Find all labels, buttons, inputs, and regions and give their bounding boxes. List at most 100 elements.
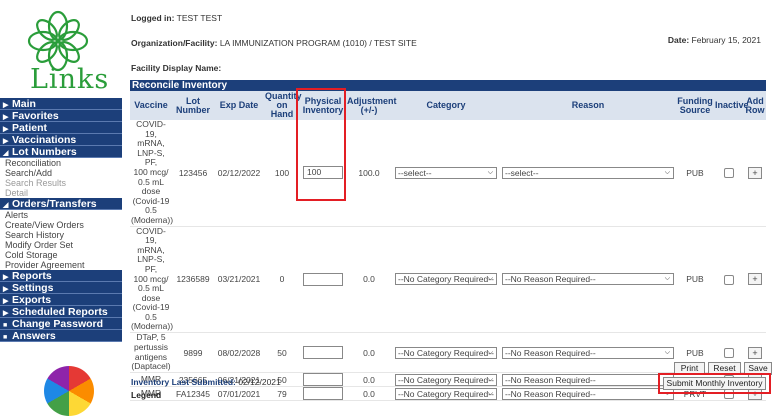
sidebar-item-vaccinations[interactable]: ▶ Vaccinations: [0, 134, 122, 146]
col-header-quantity[interactable]: Quantity on Hand: [264, 91, 302, 120]
reason-select[interactable]: --No Reason Required--⌵: [502, 387, 674, 400]
add-row-button[interactable]: +: [748, 273, 762, 286]
sidebar-item-patient[interactable]: ▶ Patient: [0, 122, 122, 134]
last-submitted-date: 02/12/2021: [238, 377, 281, 387]
chevron-down-icon: ⌵: [487, 389, 493, 397]
sidebar-item-change-password[interactable]: ■ Change Password: [0, 318, 122, 330]
physical-inventory-input[interactable]: [303, 373, 343, 387]
sidebar-item-scheduled-reports[interactable]: ▶ Scheduled Reports: [0, 306, 122, 318]
table-header-row: Vaccine Lot Number Exp Date Quantity on …: [130, 91, 766, 120]
sidebar-item-reports[interactable]: ▶ Reports: [0, 270, 122, 282]
cell-vaccine: COVID-19, mRNA, LNP-S, PF, 100 mcg/0.5 mL do…: [130, 119, 174, 227]
sidebar-item-main[interactable]: ▶ Main: [0, 98, 122, 110]
category-select[interactable]: --No Category Required-- ⌵: [395, 387, 497, 400]
sidebar-sub-reconciliation[interactable]: Reconciliation: [0, 158, 122, 168]
organization-info: Organization/Facility: LA IMMUNIZATION P…: [131, 38, 417, 48]
category-select[interactable]: --No Category Required-- ⌵: [395, 346, 497, 359]
physical-inventory-input[interactable]: [303, 387, 343, 401]
add-row-button[interactable]: +: [748, 166, 762, 179]
col-header-reason[interactable]: Reason: [500, 91, 676, 120]
cell-vaccine: COVID-19, mRNA, LNP-S, PF, 100 mcg/0.5 mL do…: [130, 225, 174, 334]
cell-exp-date: 02/12/2022: [214, 120, 264, 227]
cell-exp-date: 08/02/2028: [214, 332, 264, 374]
col-header-vaccine[interactable]: Vaccine: [130, 91, 172, 120]
category-select[interactable]: --select-- ⌵: [395, 166, 497, 179]
cell-adjustment: 0.0: [346, 226, 392, 334]
sidebar-sub-provider-agreement[interactable]: Provider Agreement: [0, 260, 122, 270]
category-select[interactable]: --No Category Required-- ⌵: [395, 373, 497, 386]
physical-inventory-highlight: [296, 88, 346, 201]
inactive-checkbox[interactable]: [724, 168, 734, 179]
cell-quantity: 100: [264, 120, 300, 227]
sidebar-item-answers[interactable]: ■ Answers: [0, 330, 122, 342]
sidebar-sub-search-history[interactable]: Search History: [0, 230, 122, 240]
sidebar-item-favorites[interactable]: ▶ Favorites: [0, 110, 122, 122]
cell-category: --select-- ⌵: [392, 120, 500, 227]
col-header-exp-date[interactable]: Exp Date: [214, 91, 264, 120]
cell-add-row: +: [744, 226, 766, 334]
add-row-button[interactable]: +: [748, 346, 762, 359]
reason-select[interactable]: --No Reason Required--⌵: [502, 373, 674, 386]
reason-select[interactable]: --No Reason Required--⌵: [502, 273, 674, 286]
col-header-category[interactable]: Category: [392, 91, 500, 120]
chevron-down-icon: ⌵: [487, 348, 493, 356]
cell-adjustment: 0.0: [346, 372, 392, 388]
sidebar-item-settings[interactable]: ▶ Settings: [0, 282, 122, 294]
col-header-add-row[interactable]: Add Row: [744, 91, 766, 120]
category-select[interactable]: --No Category Required-- ⌵: [395, 273, 497, 286]
inactive-checkbox[interactable]: [724, 347, 734, 358]
cell-physical-inventory: [300, 332, 346, 374]
inventory-table: Vaccine Lot Number Exp Date Quantity on …: [130, 91, 766, 402]
cell-add-row: +: [744, 120, 766, 227]
reconcile-inventory-panel: Reconcile Inventory Vaccine Lot Number E…: [130, 80, 766, 402]
sidebar-sub-modify-order-set[interactable]: Modify Order Set: [0, 240, 122, 250]
cell-category: --No Category Required-- ⌵: [392, 372, 500, 388]
sidebar-item-exports[interactable]: ▶ Exports: [0, 294, 122, 306]
chevron-right-icon: ▶: [3, 126, 9, 133]
cell-lot-number: 123456: [172, 120, 214, 227]
legend-label: Legend: [131, 390, 162, 400]
sidebar-sub-detail: Detail: [0, 188, 122, 198]
table-row: DTaP, 5 pertussis antigens (Daptacel) 9899 08…: [130, 332, 766, 374]
physical-inventory-input[interactable]: [303, 272, 343, 286]
cell-lot-number: 1236589: [172, 226, 214, 334]
inactive-checkbox[interactable]: [724, 274, 734, 285]
cell-adjustment: 0.0: [346, 332, 392, 374]
sidebar-sub-cold-storage[interactable]: Cold Storage: [0, 250, 122, 260]
chevron-down-icon: ⌵: [664, 275, 670, 283]
chevron-down-icon: ◢: [3, 150, 9, 157]
chevron-right-icon: ▶: [3, 114, 9, 121]
col-header-inactive[interactable]: Inactive: [714, 91, 749, 120]
cell-vaccine: DTaP, 5 pertussis antigens (Daptacel): [130, 332, 172, 374]
logged-in-info: Logged in: TEST TEST: [131, 13, 223, 23]
reason-select[interactable]: --select-- ⌵: [502, 166, 674, 179]
sidebar-sub-alerts[interactable]: Alerts: [0, 210, 122, 220]
col-header-adjustment[interactable]: Adjustment (+/-): [346, 91, 397, 120]
sidebar-sub-search-results: Search Results: [0, 178, 122, 188]
inventory-last-submitted: Inventory Last Submitted: 02/12/2021: [131, 377, 281, 387]
logo-text: Links: [30, 64, 110, 95]
sidebar-sub-search-add[interactable]: Search/Add: [0, 168, 122, 178]
sidebar-item-orders-transfers[interactable]: ◢ Orders/Transfers: [0, 198, 122, 210]
sidebar-sub-create-view-orders[interactable]: Create/View Orders: [0, 220, 122, 230]
chevron-right-icon: ▶: [3, 102, 9, 109]
cell-quantity: 50: [264, 332, 300, 374]
cell-inactive: [714, 120, 744, 227]
reason-select[interactable]: --No Reason Required--⌵: [502, 346, 674, 359]
chevron-down-icon: ⌵: [487, 168, 493, 176]
col-header-lot-number[interactable]: Lot Number: [172, 91, 214, 120]
physical-inventory-input[interactable]: [303, 346, 343, 360]
cell-quantity: 0: [264, 226, 300, 334]
chevron-right-icon: ▶: [3, 138, 9, 145]
program-logo-icon: [44, 366, 94, 416]
panel-title: Reconcile Inventory: [130, 80, 766, 91]
sidebar-nav: ▶ Main ▶ Favorites ▶ Patient ▶ Vaccinations …: [0, 98, 122, 342]
cell-exp-date: 07/01/2021: [214, 386, 264, 402]
logged-in-user: TEST TEST: [176, 13, 223, 23]
links-logo: Links: [0, 0, 122, 98]
cell-inactive: [714, 226, 744, 334]
sidebar-item-lot-numbers[interactable]: ◢ Lot Numbers: [0, 146, 122, 158]
col-header-funding-source[interactable]: Funding Source: [676, 91, 714, 120]
cell-reason: --No Reason Required--⌵: [500, 386, 676, 402]
chevron-down-icon: ⌵: [664, 348, 670, 356]
